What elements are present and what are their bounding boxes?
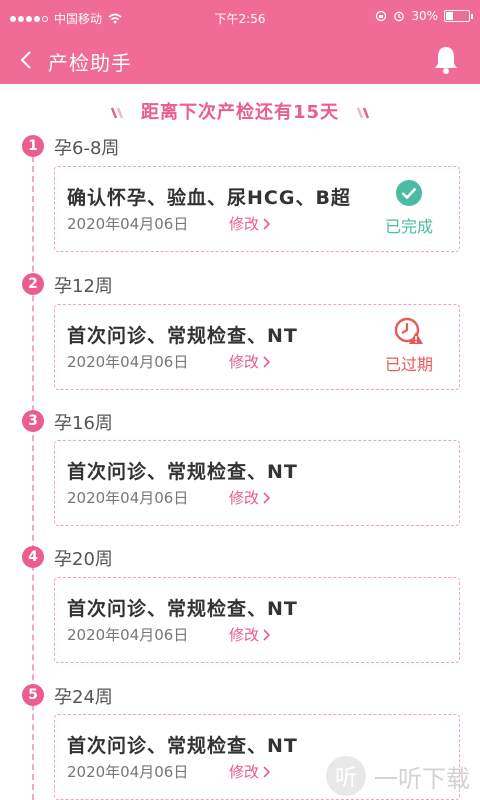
status-right: 30% <box>375 9 473 23</box>
stage-number: 5 <box>22 684 44 706</box>
status-done: 已完成 <box>379 179 439 237</box>
battery-percent: 30% <box>411 9 438 23</box>
watermark-text: 一听下载 <box>374 764 470 793</box>
checkup-date: 2020年04月06日 <box>67 763 189 781</box>
chevron-left-icon <box>20 51 31 69</box>
checkup-date: 2020年04月06日 <box>67 626 189 644</box>
checkup-title: 首次问诊、常规检查、NT <box>67 735 298 757</box>
stage-week-label: 孕6-8周 <box>54 138 120 159</box>
edit-label: 修改 <box>229 489 260 507</box>
checkup-card[interactable]: 首次问诊、常规检查、NT 2020年04月06日 修改 <box>54 577 460 663</box>
chevron-right-icon <box>263 628 271 641</box>
stage-number: 1 <box>22 135 44 157</box>
checkup-card[interactable]: 首次问诊、常规检查、NT 2020年04月06日 修改 <box>54 440 460 526</box>
clock-warning-icon <box>394 317 423 344</box>
stage-number: 3 <box>22 410 44 432</box>
battery-icon <box>444 10 473 22</box>
bell-icon <box>435 47 457 74</box>
checkup-date: 2020年04月06日 <box>67 215 189 233</box>
edit-button[interactable]: 修改 <box>229 213 271 234</box>
status-expired: 已过期 <box>379 317 439 375</box>
quote-left-decoration <box>110 107 123 119</box>
rotation-lock-icon <box>376 10 387 22</box>
checkup-title: 首次问诊、常规检查、NT <box>67 325 298 347</box>
status-bar: 中国移动 下午2:56 30% <box>0 0 480 36</box>
checkup-title: 首次问诊、常规检查、NT <box>67 598 298 620</box>
checkup-card[interactable]: 确认怀孕、验血、尿HCG、B超 2020年04月06日 修改 已完成 <box>54 166 460 252</box>
watermark: 听 一听下载 <box>326 756 470 796</box>
chevron-right-icon <box>263 217 271 230</box>
quote-right-decoration <box>357 107 370 119</box>
checkup-date: 2020年04月06日 <box>67 353 189 371</box>
stage-number: 2 <box>22 273 44 295</box>
edit-button[interactable]: 修改 <box>229 624 271 645</box>
notification-button[interactable] <box>432 45 460 75</box>
checkup-card[interactable]: 首次问诊、常规检查、NT 2020年04月06日 修改 已过期 <box>54 304 460 390</box>
watermark-logo: 听 <box>326 756 366 796</box>
status-label: 已过期 <box>384 355 433 374</box>
edit-button[interactable]: 修改 <box>229 487 271 508</box>
stage-week-label: 孕20周 <box>54 549 113 570</box>
stage-number: 4 <box>22 546 44 568</box>
stage-week-label: 孕16周 <box>54 413 113 434</box>
check-circle-icon <box>396 180 422 206</box>
checkup-title: 首次问诊、常规检查、NT <box>67 461 298 483</box>
alarm-icon <box>394 11 405 22</box>
chevron-right-icon <box>263 765 271 778</box>
checkup-title: 确认怀孕、验血、尿HCG、B超 <box>67 187 351 209</box>
nav-bar: 产检助手 <box>0 36 480 84</box>
edit-button[interactable]: 修改 <box>229 351 271 372</box>
status-label: 已完成 <box>384 217 433 236</box>
chevron-right-icon <box>263 491 271 504</box>
edit-label: 修改 <box>229 626 260 644</box>
countdown-banner: 距离下次产检还有15天 <box>0 98 480 124</box>
stage-week-label: 孕24周 <box>54 687 113 708</box>
chevron-right-icon <box>263 355 271 368</box>
edit-button[interactable]: 修改 <box>229 761 271 782</box>
stage-week-label: 孕12周 <box>54 276 113 297</box>
edit-label: 修改 <box>229 763 260 781</box>
edit-label: 修改 <box>229 215 260 233</box>
checkup-date: 2020年04月06日 <box>67 489 189 507</box>
edit-label: 修改 <box>229 353 260 371</box>
page-title: 产检助手 <box>48 51 132 75</box>
back-button[interactable] <box>14 46 38 74</box>
countdown-text: 距离下次产检还有15天 <box>140 102 340 123</box>
